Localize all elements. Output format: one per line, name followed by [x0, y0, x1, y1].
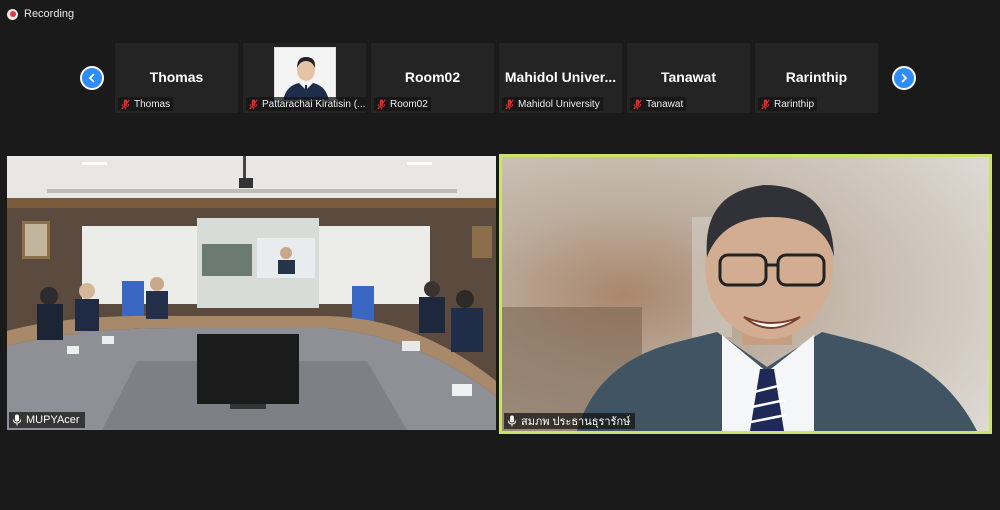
participant-display-name: Tanawat — [661, 69, 716, 85]
participant-name-tag: Rarinthip — [758, 97, 818, 111]
participant-name-tag: Pattarachai Kiratisin (... — [246, 97, 366, 111]
participant-name-tag: Mahidol University — [502, 97, 603, 111]
participant-name: Rarinthip — [774, 98, 815, 110]
chevron-right-icon — [901, 73, 908, 83]
participant-strip: Thomas Thomas Pattarachai Kiratisin (...… — [115, 43, 878, 113]
microphone-icon — [507, 415, 517, 427]
chevron-left-icon — [88, 73, 95, 83]
participant-thumbnail[interactable]: Thomas Thomas — [115, 43, 238, 113]
participant-name: Tanawat — [646, 98, 684, 110]
participant-display-name: Thomas — [149, 69, 204, 85]
video-name-label: สมภพ ประธานธุรารักษ์ — [504, 413, 636, 429]
participant-thumbnail[interactable]: Rarinthip Rarinthip — [755, 43, 878, 113]
microphone-icon — [12, 414, 22, 426]
participant-name: Room02 — [390, 98, 428, 110]
participant-display-name: Rarinthip — [785, 69, 848, 85]
participant-thumbnail[interactable]: Pattarachai Kiratisin (... — [243, 43, 366, 113]
participant-name: Pattarachai Kiratisin (... — [262, 98, 366, 110]
video-tile-active-speaker[interactable]: สมภพ ประธานธุรารักษ์ — [499, 154, 992, 434]
mic-muted-icon — [377, 99, 386, 110]
participant-name-tag: Tanawat — [630, 97, 687, 111]
participant-thumbnail[interactable]: Mahidol Univer... Mahidol University — [499, 43, 622, 113]
video-participant-name: สมภพ ประธานธุรารักษ์ — [521, 416, 631, 428]
participant-thumbnail[interactable]: Tanawat Tanawat — [627, 43, 750, 113]
mic-muted-icon — [121, 99, 130, 110]
participant-thumbnail[interactable]: Room02 Room02 — [371, 43, 494, 113]
participant-photo — [274, 47, 336, 101]
previous-page-button[interactable] — [80, 66, 104, 90]
record-icon — [7, 8, 18, 20]
participant-display-name: Room02 — [404, 69, 461, 85]
recording-label: Recording — [24, 8, 75, 20]
participant-name-tag: Thomas — [118, 97, 174, 111]
video-name-label: MUPYAcer — [9, 412, 85, 428]
next-page-button[interactable] — [892, 66, 916, 90]
conference-room-video — [7, 156, 496, 430]
mic-muted-icon — [761, 99, 770, 110]
active-speaker-video — [502, 157, 989, 431]
mic-muted-icon — [249, 99, 258, 110]
mic-muted-icon — [505, 99, 514, 110]
recording-indicator[interactable]: Recording — [7, 6, 74, 22]
participant-name: Mahidol University — [518, 98, 600, 110]
participant-name-tag: Room02 — [374, 97, 431, 111]
participant-name: Thomas — [134, 98, 171, 110]
participant-display-name: Mahidol Univer... — [504, 69, 617, 85]
mic-muted-icon — [633, 99, 642, 110]
video-tile-room[interactable]: MUPYAcer — [7, 156, 496, 430]
video-participant-name: MUPYAcer — [26, 414, 80, 426]
